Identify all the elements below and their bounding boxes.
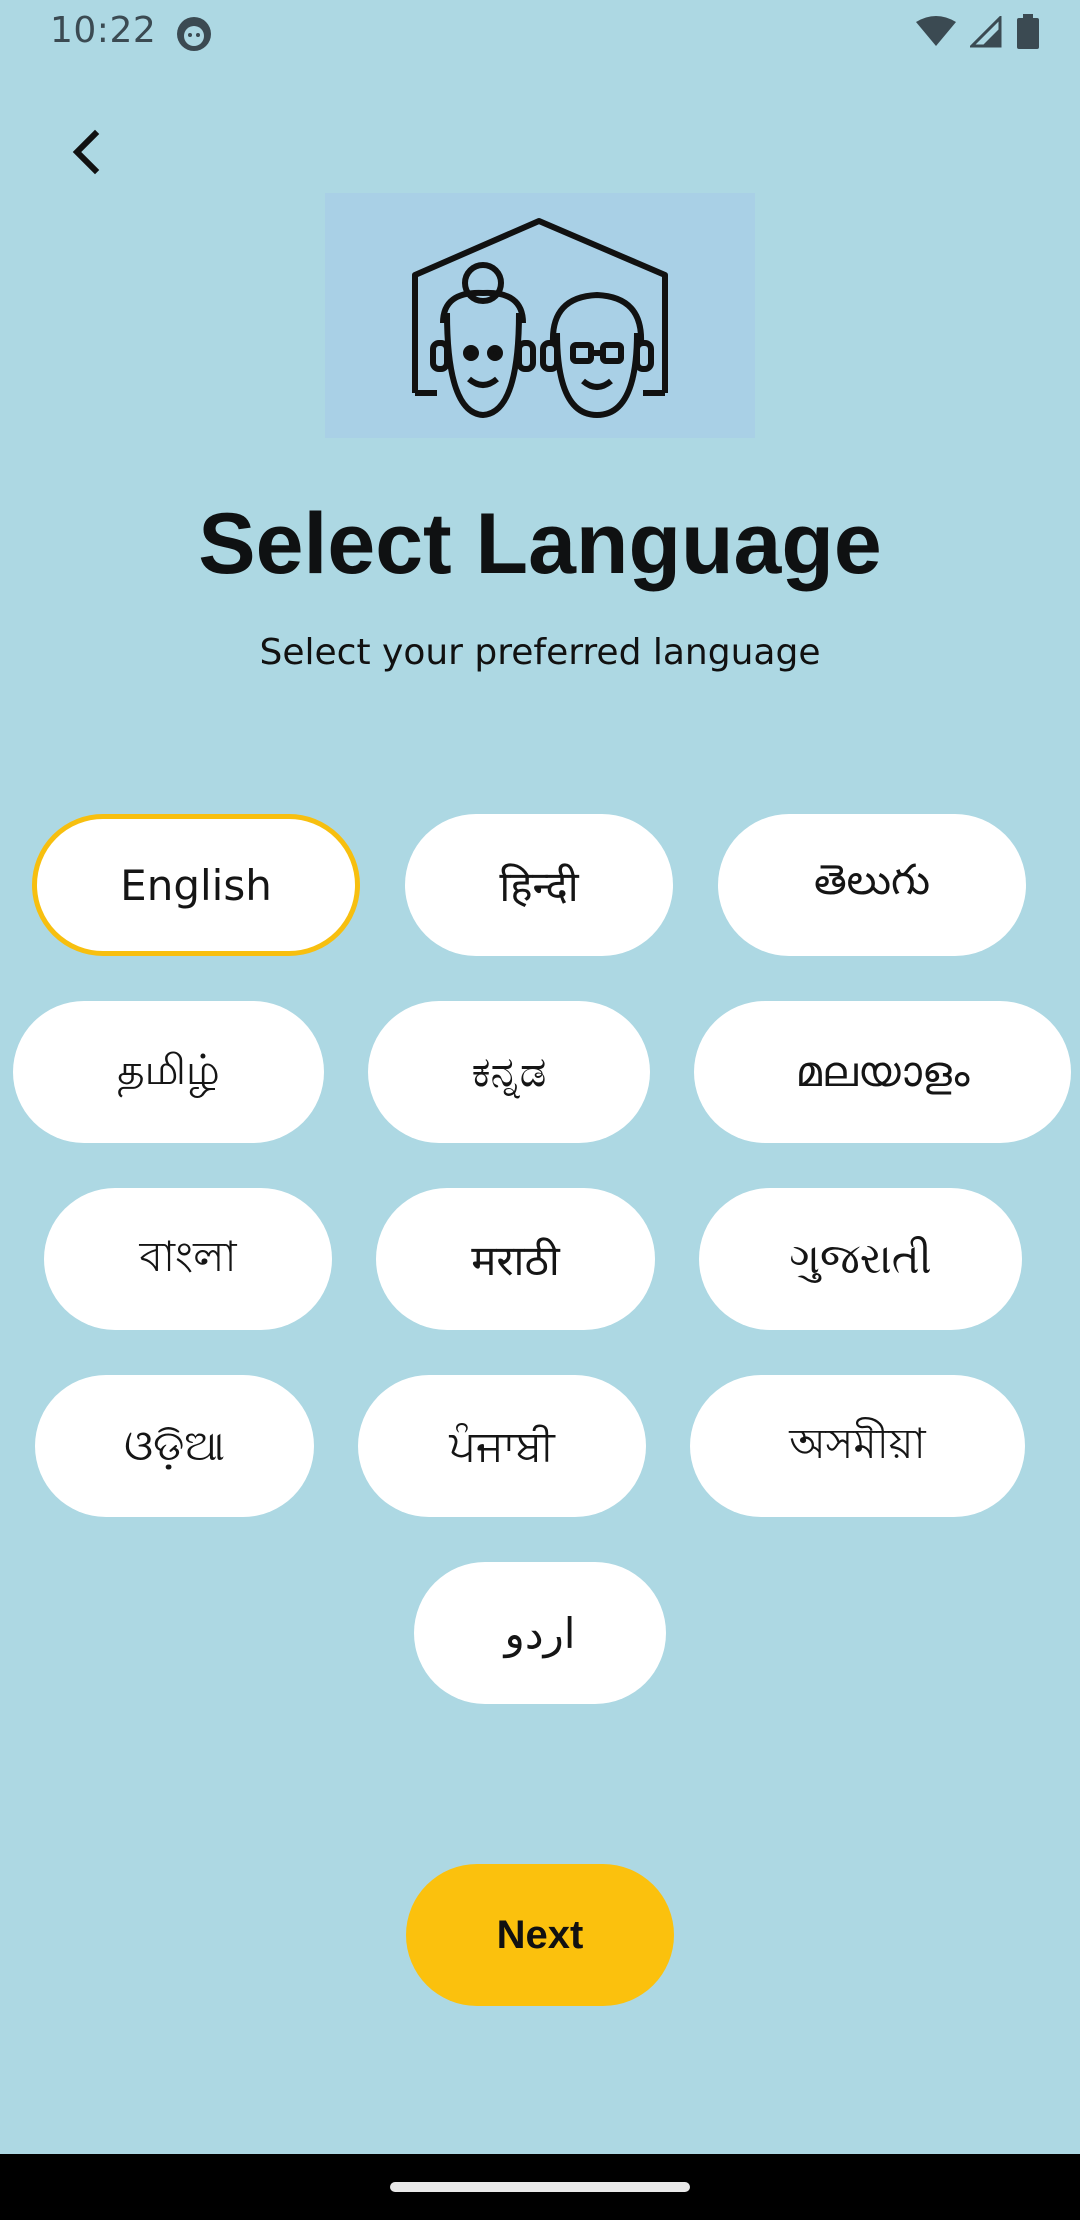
status-bar: 10:22: [0, 0, 1080, 66]
wifi-icon: [916, 16, 956, 46]
status-time: 10:22: [50, 10, 157, 51]
language-option-tamil[interactable]: தமிழ்: [13, 1001, 324, 1143]
language-option-punjabi[interactable]: ਪੰਜਾਬੀ: [358, 1375, 646, 1517]
language-option-english[interactable]: English: [32, 814, 360, 956]
system-navigation-bar: [0, 2154, 1080, 2220]
language-option-odia[interactable]: ଓଡ଼ିଆ: [35, 1375, 314, 1517]
elderly-couple-house-icon: [412, 218, 668, 418]
app-notification-icon: [177, 17, 211, 51]
battery-icon: [1017, 14, 1039, 49]
language-option-urdu[interactable]: اردو: [414, 1562, 666, 1704]
language-option-marathi[interactable]: मराठी: [376, 1188, 655, 1330]
language-option-gujarati[interactable]: ગુજરાતી: [699, 1188, 1022, 1330]
language-option-assamese[interactable]: অসমীয়া: [690, 1375, 1025, 1517]
chevron-left-icon: [72, 129, 100, 175]
page-subtitle: Select your preferred language: [259, 632, 821, 673]
status-icons: [916, 14, 1040, 50]
next-button[interactable]: Next: [406, 1864, 674, 2006]
back-button[interactable]: [55, 120, 119, 184]
app-logo: [325, 193, 755, 438]
cellular-signal-icon: [970, 16, 1002, 48]
language-option-hindi[interactable]: हिन्दी: [405, 814, 673, 956]
home-indicator[interactable]: [390, 2182, 690, 2192]
language-option-malayalam[interactable]: മലയാളം: [694, 1001, 1071, 1143]
language-option-kannada[interactable]: ಕನ್ನಡ: [368, 1001, 650, 1143]
language-option-telugu[interactable]: తెలుగు: [718, 814, 1026, 956]
page-title: Select Language: [198, 496, 882, 592]
language-option-bengali[interactable]: বাংলা: [44, 1188, 332, 1330]
